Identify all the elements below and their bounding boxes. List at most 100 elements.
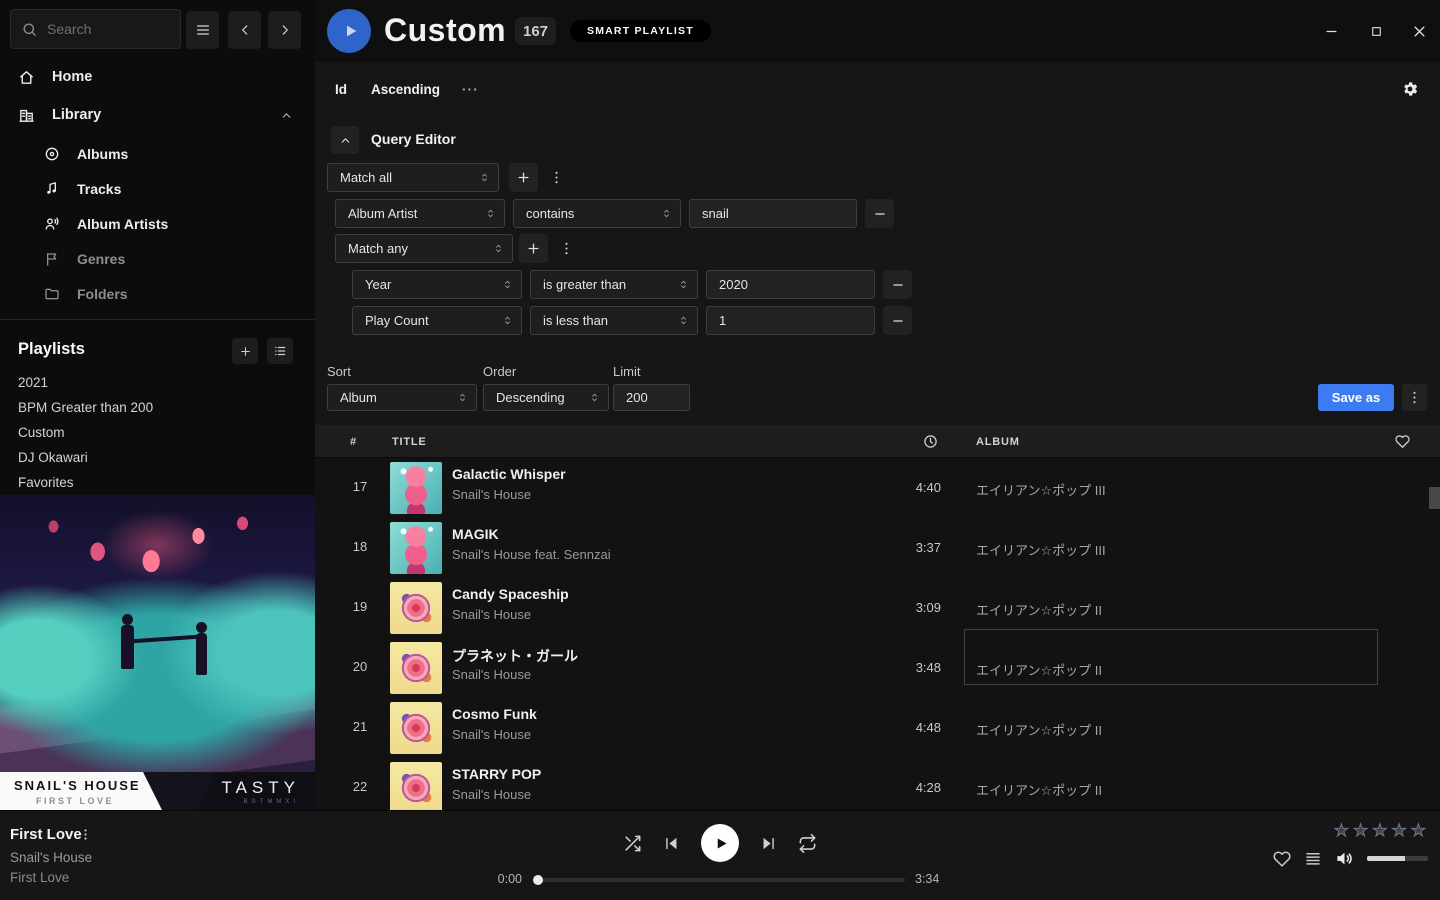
star-icon[interactable]: ★ (1372, 821, 1387, 841)
select-value: Descending (496, 390, 565, 405)
star-icon[interactable]: ★ (1334, 821, 1349, 841)
column-header-album[interactable]: ALBUM (976, 425, 1020, 458)
queue-button[interactable] (1304, 850, 1322, 868)
seek-bar[interactable] (535, 878, 905, 882)
column-header-favorite[interactable] (1395, 425, 1410, 458)
sidebar-item-tracks[interactable]: Tracks (0, 171, 315, 206)
star-icon[interactable]: ★ (1353, 821, 1368, 841)
unfold-icon (678, 279, 689, 290)
window-maximize-button[interactable] (1361, 16, 1391, 46)
chevron-up-icon[interactable] (280, 109, 293, 122)
select-value: contains (526, 206, 574, 221)
add-rule-button[interactable] (519, 234, 548, 263)
remove-rule-button[interactable] (883, 270, 912, 299)
playlist-item[interactable]: Custom (18, 420, 298, 444)
select-value: is greater than (543, 277, 626, 292)
volume-slider[interactable] (1367, 856, 1428, 861)
playlist-item[interactable]: DJ Okawari (18, 445, 298, 469)
limit-input[interactable] (613, 384, 690, 411)
rule-operator-select[interactable]: is less than (530, 306, 698, 335)
query-editor-collapse-button[interactable] (331, 126, 359, 154)
search-input[interactable] (47, 21, 157, 37)
star-icon[interactable]: ★ (1411, 821, 1426, 841)
playlist-item[interactable]: BPM Greater than 200 (18, 395, 298, 419)
rule-value-input[interactable] (706, 270, 875, 299)
artist-icon (44, 216, 60, 232)
search-box[interactable] (10, 9, 181, 49)
rule-field-select[interactable]: Play Count (352, 306, 522, 335)
column-header-duration[interactable] (923, 425, 938, 458)
window-minimize-button[interactable] (1316, 16, 1346, 46)
sort-direction-control[interactable]: Ascending (371, 82, 440, 97)
unfold-icon (457, 392, 468, 403)
volume-icon[interactable] (1335, 849, 1354, 868)
order-select[interactable]: Descending (483, 384, 609, 411)
group-menu-button[interactable] (547, 163, 565, 192)
track-number: 19 (341, 599, 379, 614)
track-duration: 4:40 (871, 480, 941, 495)
favorite-button[interactable] (1273, 850, 1291, 868)
sidebar-item-library[interactable]: Library (0, 100, 315, 130)
save-menu-button[interactable] (1402, 384, 1427, 411)
match-type-select[interactable]: Match any (335, 234, 513, 263)
next-button[interactable] (760, 835, 777, 852)
table-row[interactable]: 18 MAGIK Snail's House feat. Sennzai 3:3… (315, 518, 1440, 578)
player-right-controls (1273, 849, 1428, 868)
play-pause-button[interactable] (701, 824, 739, 862)
add-playlist-button[interactable] (232, 338, 258, 364)
nav-forward-button[interactable] (268, 11, 301, 49)
track-title: Candy Spaceship (452, 586, 569, 602)
library-icon (18, 107, 35, 124)
table-row[interactable]: 21 Cosmo Funk Snail's House 4:48 エイリアン☆ポ… (315, 698, 1440, 758)
track-artwork (390, 522, 442, 574)
playlist-item[interactable]: 2021 (18, 370, 298, 394)
sort-label: Sort (327, 364, 351, 379)
play-playlist-button[interactable] (327, 9, 371, 53)
remove-rule-button[interactable] (883, 306, 912, 335)
window-close-button[interactable] (1404, 16, 1434, 46)
save-as-button[interactable]: Save as (1318, 384, 1394, 411)
star-icon[interactable]: ★ (1392, 821, 1407, 841)
column-header-title[interactable]: TITLE (392, 425, 427, 458)
group-menu-button[interactable] (557, 234, 575, 263)
repeat-button[interactable] (798, 834, 817, 853)
seek-handle[interactable] (533, 875, 543, 885)
track-duration: 4:48 (871, 720, 941, 735)
rating-stars: ★ ★ ★ ★ ★ (1334, 821, 1426, 841)
rule-value-input[interactable] (706, 306, 875, 335)
sidebar-item-genres[interactable]: Genres (0, 241, 315, 276)
sort-field-control[interactable]: Id (335, 82, 347, 97)
shuffle-button[interactable] (623, 834, 642, 853)
rule-field-select[interactable]: Album Artist (335, 199, 505, 228)
more-options-button[interactable] (461, 81, 478, 98)
artwork-brand-sub: BSTMMXI (244, 799, 299, 805)
track-artist: Snail's House (452, 487, 531, 502)
column-header-number[interactable]: # (350, 425, 357, 458)
sidebar-item-home[interactable]: Home (0, 62, 315, 92)
playlist-list-button[interactable] (267, 338, 293, 364)
scrollbar-thumb[interactable] (1429, 487, 1440, 509)
sort-select[interactable]: Album (327, 384, 477, 411)
settings-button[interactable] (1401, 80, 1419, 98)
table-row[interactable]: 17 Galactic Whisper Snail's House 4:40 エ… (315, 458, 1440, 518)
remove-rule-button[interactable] (865, 199, 894, 228)
previous-button[interactable] (663, 835, 680, 852)
sidebar-item-folders[interactable]: Folders (0, 276, 315, 311)
rule-operator-select[interactable]: is greater than (530, 270, 698, 299)
rule-operator-select[interactable]: contains (513, 199, 681, 228)
menu-button[interactable] (186, 11, 219, 49)
playlist-item[interactable]: Favorites (18, 470, 298, 494)
match-type-select[interactable]: Match all (327, 163, 499, 192)
minus-icon (891, 278, 905, 292)
now-playing-menu-button[interactable] (79, 828, 92, 841)
rule-value-input[interactable] (689, 199, 857, 228)
sidebar-item-label: Folders (77, 286, 128, 302)
track-number: 17 (341, 479, 379, 494)
rule-field-select[interactable]: Year (352, 270, 522, 299)
table-row[interactable]: 22 STARRY POP Snail's House 4:28 エイリアン☆ポ… (315, 758, 1440, 810)
sidebar-item-albums[interactable]: Albums (0, 136, 315, 171)
nav-back-button[interactable] (228, 11, 261, 49)
track-artist: Snail's House (452, 727, 531, 742)
sidebar-item-album-artists[interactable]: Album Artists (0, 206, 315, 241)
add-rule-button[interactable] (509, 163, 538, 192)
